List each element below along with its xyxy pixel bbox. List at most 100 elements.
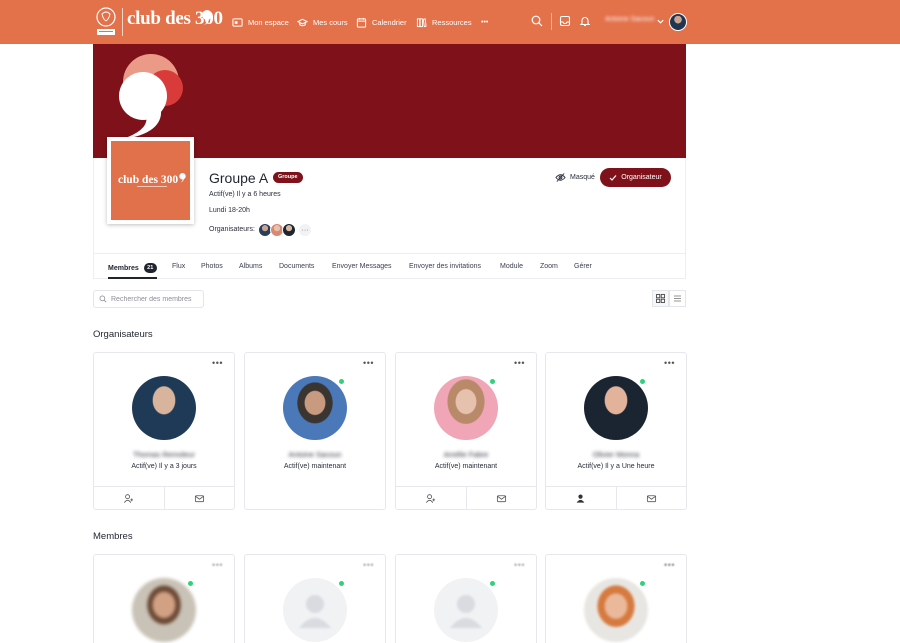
member-card[interactable]: ••• bbox=[545, 554, 687, 643]
avatar-photo bbox=[132, 578, 196, 642]
list-view-button[interactable] bbox=[669, 290, 686, 307]
search-input[interactable] bbox=[111, 295, 203, 303]
more-organizers-button[interactable]: ··· bbox=[298, 223, 312, 237]
card-more-button[interactable]: ••• bbox=[363, 561, 374, 570]
user-menu-name[interactable]: Antoine Sacoun bbox=[605, 16, 654, 23]
online-status-dot bbox=[338, 378, 345, 385]
user-placeholder-icon bbox=[450, 595, 482, 628]
member-name[interactable]: Antoine Sacoun bbox=[245, 450, 385, 459]
member-avatar[interactable] bbox=[434, 578, 498, 642]
member-avatar[interactable] bbox=[132, 376, 196, 440]
nav-label: Mes cours bbox=[313, 17, 348, 27]
member-avatar[interactable] bbox=[584, 376, 648, 440]
add-friend-button[interactable] bbox=[94, 487, 164, 509]
group-avatar-background: club des 300 bbox=[111, 141, 190, 220]
user-avatar[interactable] bbox=[669, 13, 687, 31]
organizer-card[interactable]: ••• Olivier Monna Actif(ve) Il y a Une h… bbox=[545, 352, 687, 510]
brand-drop-icon bbox=[202, 10, 212, 25]
tab-documents[interactable]: Documents bbox=[279, 263, 314, 270]
avatar-photo bbox=[283, 376, 347, 440]
user-icon bbox=[576, 494, 585, 503]
organizer-card[interactable]: ••• Antoine Sacoun Actif(ve) maintenant bbox=[244, 352, 386, 510]
avatar-photo bbox=[584, 578, 648, 642]
online-status-dot bbox=[639, 378, 646, 385]
grid-icon bbox=[656, 294, 665, 303]
envelope-icon bbox=[646, 494, 656, 502]
nav-mes-cours[interactable]: Mes cours bbox=[297, 15, 348, 29]
avatar-photo bbox=[132, 376, 196, 440]
group-schedule: Lundi 18-20h bbox=[209, 207, 250, 214]
card-more-button[interactable]: ••• bbox=[514, 561, 525, 570]
nav-more-button[interactable]: ••• bbox=[481, 15, 488, 29]
add-user-icon bbox=[124, 493, 134, 503]
member-avatar[interactable] bbox=[584, 578, 648, 642]
tab-flux[interactable]: Flux bbox=[172, 263, 185, 270]
card-more-button[interactable]: ••• bbox=[514, 359, 525, 368]
graduation-cap-icon bbox=[297, 18, 308, 26]
card-actions bbox=[94, 486, 234, 509]
organizer-mini-avatar[interactable] bbox=[282, 223, 296, 237]
avatar-photo bbox=[584, 376, 648, 440]
members-section-title: Membres bbox=[93, 531, 133, 542]
add-user-icon bbox=[426, 493, 436, 503]
tabs-divider bbox=[93, 253, 686, 254]
nav-label: Ressources bbox=[432, 17, 472, 27]
member-card[interactable]: ••• bbox=[244, 554, 386, 643]
member-name[interactable]: Olivier Monna bbox=[546, 450, 686, 459]
tab-envoyer-messages[interactable]: Envoyer Messages bbox=[332, 263, 392, 270]
tab-membres[interactable]: Membres 21 bbox=[108, 263, 157, 273]
hidden-visibility-indicator[interactable]: Masqué bbox=[555, 172, 595, 183]
tab-zoom[interactable]: Zoom bbox=[540, 263, 558, 270]
organizers-section-title: Organisateurs bbox=[93, 329, 153, 340]
nav-calendrier[interactable]: Calendrier bbox=[356, 15, 407, 29]
card-more-button[interactable]: ••• bbox=[212, 359, 223, 368]
organizer-role-button[interactable]: Organisateur bbox=[600, 168, 671, 187]
member-name[interactable]: Amélie Fabre bbox=[396, 450, 536, 459]
search-icon[interactable] bbox=[531, 15, 543, 27]
tab-albums[interactable]: Albums bbox=[239, 263, 262, 270]
card-more-button[interactable]: ••• bbox=[212, 561, 223, 570]
envelope-icon bbox=[194, 494, 204, 502]
member-avatar[interactable] bbox=[132, 578, 196, 642]
nav-ressources[interactable]: Ressources bbox=[416, 15, 472, 29]
card-more-button[interactable]: ••• bbox=[664, 359, 675, 368]
send-message-button[interactable] bbox=[465, 487, 537, 509]
organizers-label: Organisateurs: bbox=[209, 226, 255, 233]
tab-gerer[interactable]: Gérer bbox=[574, 263, 592, 270]
send-message-button[interactable] bbox=[615, 487, 687, 509]
inbox-icon[interactable] bbox=[559, 15, 571, 27]
member-name[interactable]: Thomas Remoleur bbox=[94, 450, 234, 459]
avatar-photo bbox=[434, 376, 498, 440]
member-card[interactable]: ••• bbox=[93, 554, 235, 643]
tab-photos[interactable]: Photos bbox=[201, 263, 223, 270]
club-logo-emblem-icon[interactable] bbox=[94, 6, 118, 37]
grid-view-button[interactable] bbox=[652, 290, 669, 307]
tab-label: Membres bbox=[108, 264, 139, 272]
member-search[interactable] bbox=[93, 290, 204, 308]
card-more-button[interactable]: ••• bbox=[664, 561, 675, 570]
member-avatar[interactable] bbox=[283, 578, 347, 642]
chevron-down-icon[interactable] bbox=[656, 17, 665, 26]
group-avatar-wordmark: club des 300 bbox=[118, 174, 179, 186]
tab-module[interactable]: Module bbox=[500, 263, 523, 270]
add-friend-button[interactable] bbox=[396, 487, 466, 509]
bell-icon[interactable] bbox=[579, 15, 591, 27]
card-more-button[interactable]: ••• bbox=[363, 359, 374, 368]
dashboard-icon bbox=[232, 17, 243, 27]
member-avatar[interactable] bbox=[434, 376, 498, 440]
member-avatar[interactable] bbox=[283, 376, 347, 440]
active-tab-indicator bbox=[108, 277, 157, 279]
list-icon bbox=[674, 295, 681, 302]
top-navigation-bar: club des 300 Mon espace Mes cours Calend… bbox=[0, 0, 900, 44]
organizer-card[interactable]: ••• Amélie Fabre Actif(ve) maintenant bbox=[395, 352, 537, 510]
tab-envoyer-invitations[interactable]: Envoyer des invitations bbox=[409, 263, 481, 270]
member-card[interactable]: ••• bbox=[395, 554, 537, 643]
organizer-card[interactable]: ••• Thomas Remoleur Actif(ve) Il y a 3 j… bbox=[93, 352, 235, 510]
send-message-button[interactable] bbox=[163, 487, 235, 509]
organizer-avatar-stack[interactable]: ··· bbox=[258, 223, 312, 237]
group-type-badge: Groupe bbox=[273, 172, 303, 183]
nav-mon-espace[interactable]: Mon espace bbox=[232, 15, 289, 29]
nav-label: Calendrier bbox=[372, 17, 407, 27]
online-status-dot bbox=[338, 580, 345, 587]
friends-button[interactable] bbox=[546, 487, 616, 509]
